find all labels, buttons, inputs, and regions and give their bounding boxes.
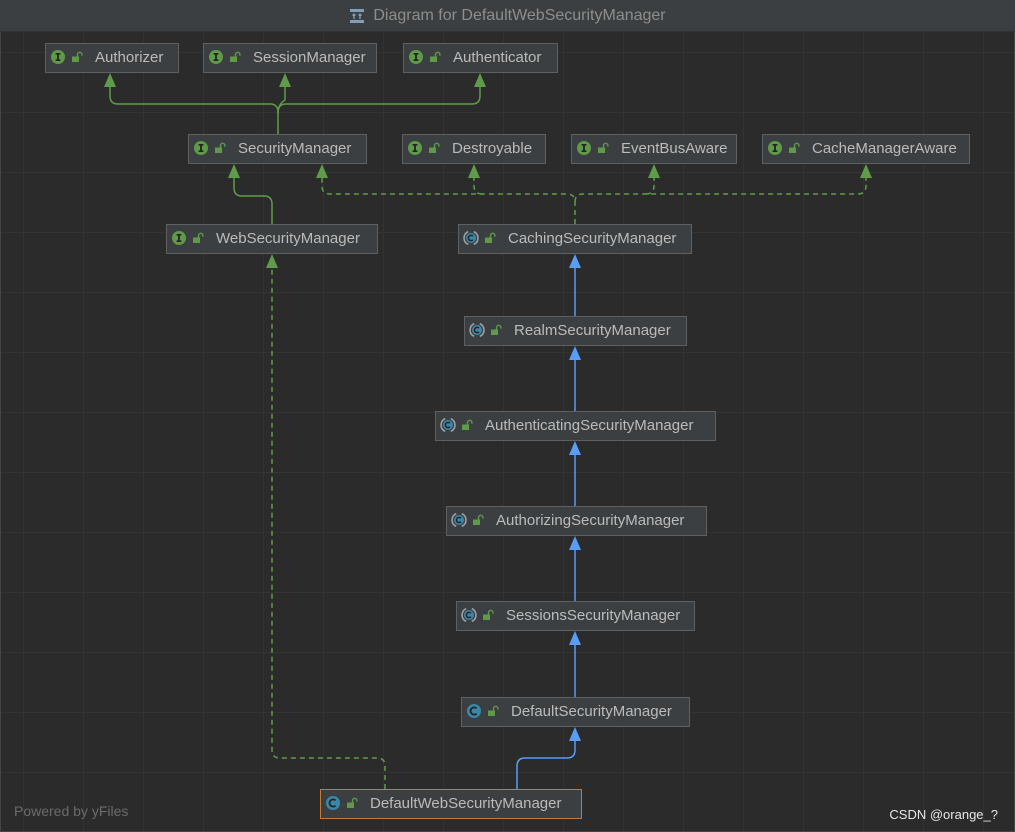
arrowhead: [104, 73, 116, 87]
node-label: AuthenticatingSecurityManager: [485, 417, 694, 434]
node-label: SessionManager: [253, 49, 366, 66]
node-label: Authenticator: [453, 49, 542, 66]
lock-open-icon: [192, 232, 204, 244]
node-cachingsecuritymanager[interactable]: CachingSecurityManager: [458, 224, 692, 254]
node-websecuritymanager[interactable]: WebSecurityManager: [166, 224, 378, 254]
node-label: RealmSecurityManager: [514, 322, 671, 339]
node-label: Authorizer: [95, 49, 164, 66]
interface-icon: [767, 140, 783, 156]
node-authorizingsecuritymanager[interactable]: AuthorizingSecurityManager: [446, 506, 707, 536]
arrowhead: [569, 346, 581, 360]
edge-defaultwebsecuritymanager-to-websecuritymanager: [271, 267, 386, 789]
node-label: Destroyable: [452, 140, 533, 157]
node-label: EventBusAware: [621, 140, 728, 157]
node-defaultwebsecuritymanager[interactable]: DefaultWebSecurityManager: [320, 789, 582, 819]
lock-open-icon: [428, 142, 440, 154]
node-authorizer[interactable]: Authorizer: [45, 43, 179, 73]
arrowhead: [279, 73, 291, 87]
interface-icon: [208, 49, 224, 65]
node-label: CachingSecurityManager: [508, 230, 677, 247]
lock-open-icon: [487, 705, 499, 717]
arrowhead: [569, 631, 581, 645]
node-label: SecurityManager: [238, 140, 352, 157]
node-label: SessionsSecurityManager: [506, 607, 681, 624]
node-authenticatingsecuritymanager[interactable]: AuthenticatingSecurityManager: [435, 411, 716, 441]
node-sessionssecuritymanager[interactable]: SessionsSecurityManager: [456, 601, 695, 631]
lock-open-icon: [472, 514, 484, 526]
edge-securitymanager-to-authenticator: [277, 86, 481, 113]
lock-open-icon: [71, 51, 83, 63]
node-eventbusaware[interactable]: EventBusAware: [571, 134, 737, 164]
arrowhead: [266, 254, 278, 268]
edge-securitymanager-to-authorizer: [109, 86, 279, 134]
lock-open-icon: [484, 232, 496, 244]
lock-open-icon: [597, 142, 609, 154]
node-defaultsecuritymanager[interactable]: DefaultSecurityManager: [461, 697, 690, 727]
node-realmsecuritymanager[interactable]: RealmSecurityManager: [464, 316, 687, 346]
arrowhead: [569, 536, 581, 550]
lock-open-icon: [214, 142, 226, 154]
interface-icon: [408, 49, 424, 65]
arrowhead: [569, 254, 581, 268]
node-label: DefaultSecurityManager: [511, 703, 672, 720]
node-label: AuthorizingSecurityManager: [496, 512, 685, 529]
interface-icon: [407, 140, 423, 156]
lock-open-icon: [482, 609, 494, 621]
class-icon: [325, 795, 341, 811]
abstract-class-icon: [461, 607, 477, 623]
lock-open-icon: [461, 419, 473, 431]
lock-open-icon: [429, 51, 441, 63]
interface-icon: [193, 140, 209, 156]
arrowhead: [474, 73, 486, 87]
lock-open-icon: [346, 797, 358, 809]
node-destroyable[interactable]: Destroyable: [402, 134, 546, 164]
lock-open-icon: [490, 324, 502, 336]
abstract-class-icon: [440, 417, 456, 433]
edge-websecuritymanager-to-securitymanager: [233, 177, 273, 224]
edge-cachingsecuritymanager-to-eventbusaware: [645, 177, 655, 195]
node-label: CacheManagerAware: [812, 140, 957, 157]
node-cachemanageraware[interactable]: CacheManagerAware: [762, 134, 970, 164]
powered-by-label: Powered by yFiles: [14, 803, 129, 819]
arrowhead: [569, 727, 581, 741]
watermark: CSDN @orange_?: [889, 807, 998, 822]
abstract-class-icon: [463, 230, 479, 246]
node-authenticator[interactable]: Authenticator: [403, 43, 558, 73]
arrowhead: [648, 164, 660, 178]
node-sessionmanager[interactable]: SessionManager: [203, 43, 377, 73]
abstract-class-icon: [451, 512, 467, 528]
node-label: WebSecurityManager: [216, 230, 360, 247]
edge-securitymanager-to-sessionmanager: [277, 86, 286, 115]
interface-icon: [50, 49, 66, 65]
edge-cachingsecuritymanager-to-cachemanageraware: [574, 177, 867, 203]
edge-cachingsecuritymanager-to-destroyable: [473, 177, 483, 195]
arrowhead: [228, 164, 240, 178]
node-label: DefaultWebSecurityManager: [370, 795, 562, 812]
abstract-class-icon: [469, 322, 485, 338]
lock-open-icon: [788, 142, 800, 154]
interface-icon: [171, 230, 187, 246]
edge-cachingsecuritymanager-to-securitymanager: [321, 177, 576, 224]
interface-icon: [576, 140, 592, 156]
edge-defaultwebsecuritymanager-to-defaultsecuritymanager: [516, 740, 576, 789]
class-icon: [466, 703, 482, 719]
lock-open-icon: [229, 51, 241, 63]
arrowhead: [860, 164, 872, 178]
arrowhead: [316, 164, 328, 178]
arrowhead: [468, 164, 480, 178]
node-securitymanager[interactable]: SecurityManager: [188, 134, 367, 164]
arrowhead: [569, 441, 581, 455]
